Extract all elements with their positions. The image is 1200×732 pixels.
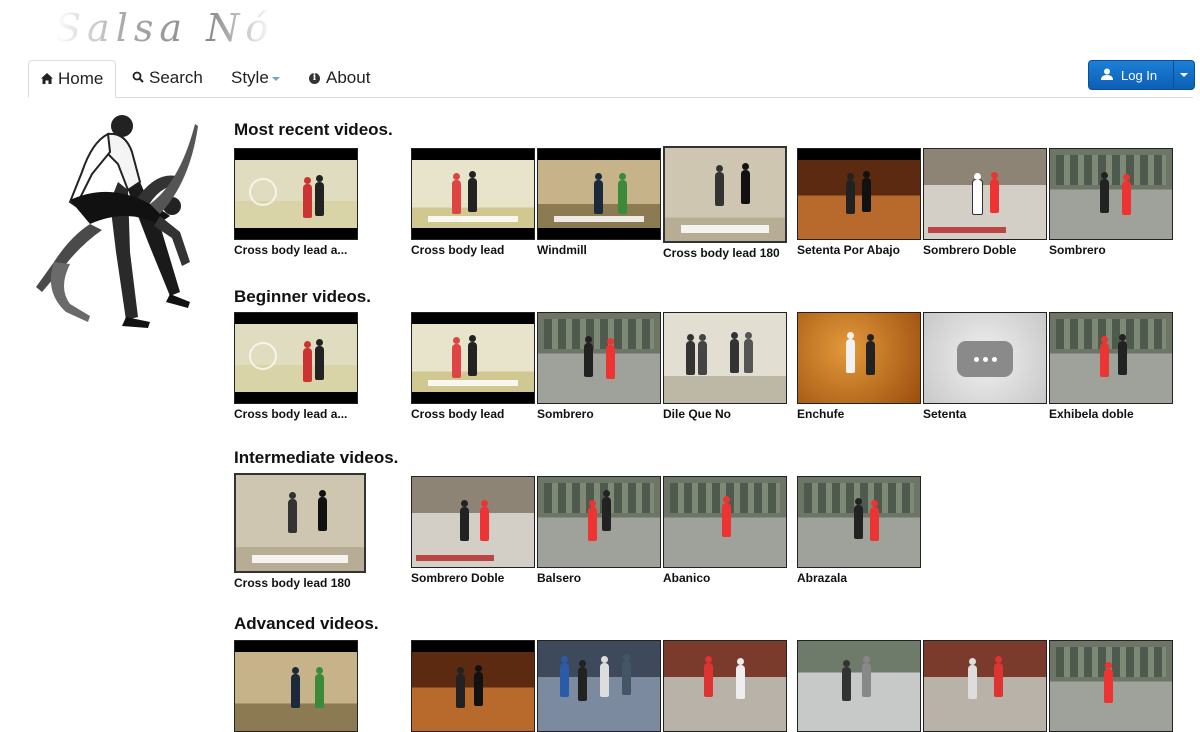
- tab-search-label: Search: [149, 68, 203, 87]
- logo-text: Salsa Nó: [55, 6, 275, 50]
- video-thumbnail[interactable]: [923, 148, 1047, 240]
- tab-search[interactable]: Search: [132, 60, 203, 96]
- video-thumbnail[interactable]: [797, 640, 921, 732]
- video-thumbnail[interactable]: [797, 312, 921, 404]
- video-card[interactable]: [234, 640, 360, 732]
- video-thumbnail[interactable]: [411, 640, 535, 732]
- video-thumbnail[interactable]: [234, 312, 358, 404]
- video-thumbnail[interactable]: [234, 473, 366, 573]
- video-card[interactable]: Sombrero Doble: [411, 476, 537, 585]
- video-thumbnail[interactable]: [411, 148, 535, 240]
- video-card[interactable]: Setenta Por Abajo: [797, 148, 923, 257]
- video-card[interactable]: Sombrero: [1049, 148, 1175, 257]
- video-card[interactable]: Cross body lead a...: [234, 312, 360, 421]
- video-title[interactable]: Cross body lead 180: [663, 246, 789, 260]
- video-thumbnail[interactable]: [797, 148, 921, 240]
- section-title-beginner: Beginner videos.: [234, 287, 371, 306]
- tab-style[interactable]: Style: [231, 60, 280, 96]
- video-title[interactable]: Sombrero Doble: [923, 243, 1049, 257]
- video-card[interactable]: Setenta: [923, 312, 1049, 421]
- video-thumbnail[interactable]: [537, 476, 661, 568]
- home-icon: [41, 72, 53, 87]
- video-thumbnail[interactable]: [663, 312, 787, 404]
- section-title-intermediate: Intermediate videos.: [234, 448, 399, 467]
- video-card[interactable]: Sombrero Doble: [923, 148, 1049, 257]
- video-card[interactable]: Cross body lead: [411, 148, 537, 257]
- video-card[interactable]: Windmill: [537, 148, 663, 257]
- tab-about-label: About: [326, 68, 371, 87]
- tab-home-label: Home: [58, 69, 104, 88]
- tab-about[interactable]: i About: [309, 60, 370, 96]
- video-card[interactable]: Balsero: [537, 476, 663, 585]
- main-nav: Home Search Style i About: [28, 60, 1193, 98]
- video-card[interactable]: [1049, 640, 1175, 732]
- video-title[interactable]: Windmill: [537, 243, 663, 257]
- video-title[interactable]: Sombrero: [537, 407, 663, 421]
- video-title[interactable]: Abrazala: [797, 571, 923, 585]
- video-title[interactable]: Sombrero: [1049, 243, 1175, 257]
- video-title[interactable]: Balsero: [537, 571, 663, 585]
- video-thumbnail[interactable]: [234, 148, 358, 240]
- video-thumbnail[interactable]: [537, 312, 661, 404]
- caret-down-icon: [1180, 73, 1188, 77]
- video-thumbnail[interactable]: [663, 640, 787, 732]
- video-title[interactable]: Cross body lead: [411, 243, 537, 257]
- video-title[interactable]: Enchufe: [797, 407, 923, 421]
- dancers-illustration: [30, 112, 200, 332]
- video-card[interactable]: Exhibela doble: [1049, 312, 1175, 421]
- tab-style-label: Style: [231, 68, 269, 87]
- video-thumbnail[interactable]: [537, 640, 661, 732]
- chevron-down-icon: [271, 77, 280, 81]
- video-thumbnail[interactable]: [797, 476, 921, 568]
- video-thumbnail[interactable]: [923, 312, 1047, 404]
- video-card[interactable]: [411, 640, 537, 732]
- video-card[interactable]: Abanico: [663, 476, 789, 585]
- video-title[interactable]: Setenta: [923, 407, 1049, 421]
- video-card[interactable]: Cross body lead a...: [234, 148, 360, 257]
- video-thumbnail[interactable]: [1049, 148, 1173, 240]
- video-title[interactable]: Setenta Por Abajo: [797, 243, 923, 257]
- section-title-advanced: Advanced videos.: [234, 614, 379, 633]
- video-title[interactable]: Sombrero Doble: [411, 571, 537, 585]
- login-dropdown-toggle[interactable]: [1173, 61, 1194, 89]
- video-card[interactable]: Cross body lead 180: [663, 146, 789, 260]
- tab-home[interactable]: Home: [28, 60, 117, 98]
- site-logo[interactable]: Salsa Nó: [55, 6, 295, 61]
- video-card[interactable]: Cross body lead: [411, 312, 537, 421]
- video-title[interactable]: Cross body lead: [411, 407, 537, 421]
- video-title[interactable]: Dile Que No: [663, 407, 789, 421]
- video-title[interactable]: Cross body lead 180: [234, 576, 360, 590]
- section-title-recent: Most recent videos.: [234, 120, 393, 139]
- more-icon: [957, 341, 1013, 377]
- video-card[interactable]: Abrazala: [797, 476, 923, 585]
- user-icon: [1101, 68, 1113, 83]
- video-title[interactable]: Cross body lead a...: [234, 407, 360, 421]
- video-thumbnail[interactable]: [1049, 312, 1173, 404]
- search-icon: [132, 71, 144, 86]
- login-label: Log In: [1121, 67, 1158, 83]
- video-card[interactable]: Cross body lead 180: [234, 473, 366, 590]
- video-thumbnail[interactable]: [663, 146, 787, 243]
- video-thumbnail[interactable]: [411, 312, 535, 404]
- video-title[interactable]: Exhibela doble: [1049, 407, 1175, 421]
- video-thumbnail[interactable]: [923, 640, 1047, 732]
- video-title[interactable]: Cross body lead a...: [234, 243, 360, 257]
- info-icon: i: [309, 72, 320, 84]
- video-card[interactable]: [537, 640, 663, 732]
- video-thumbnail[interactable]: [1049, 640, 1173, 732]
- video-card[interactable]: [923, 640, 1049, 732]
- video-card[interactable]: [663, 640, 789, 732]
- video-thumbnail[interactable]: [234, 640, 358, 732]
- video-card[interactable]: [797, 640, 923, 732]
- video-thumbnail[interactable]: [411, 476, 535, 568]
- video-thumbnail[interactable]: [663, 476, 787, 568]
- video-card[interactable]: Sombrero: [537, 312, 663, 421]
- video-title[interactable]: Abanico: [663, 571, 789, 585]
- video-thumbnail[interactable]: [537, 148, 661, 240]
- video-card[interactable]: Dile Que No: [663, 312, 789, 421]
- video-card[interactable]: Enchufe: [797, 312, 923, 421]
- login-button[interactable]: Log In: [1088, 60, 1195, 90]
